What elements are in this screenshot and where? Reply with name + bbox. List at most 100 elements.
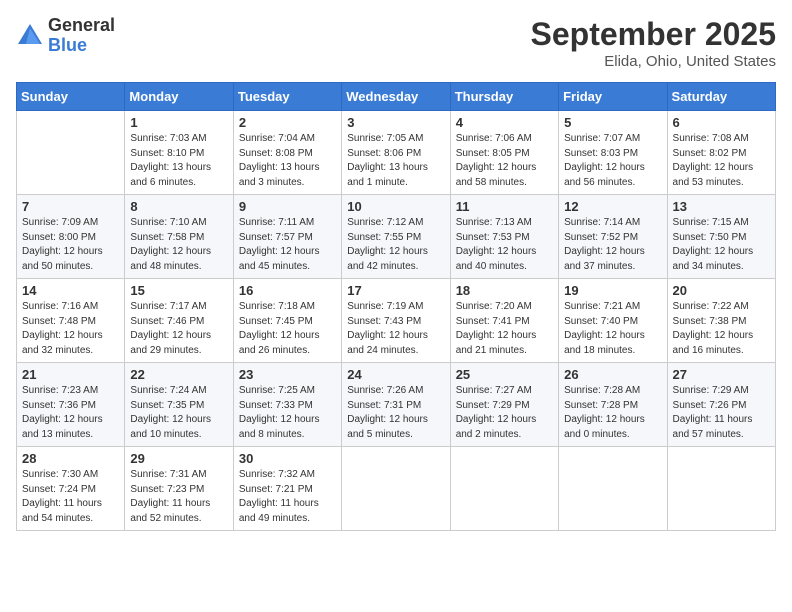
day-number: 19 <box>564 283 661 298</box>
day-number: 16 <box>239 283 336 298</box>
calendar-cell: 20Sunrise: 7:22 AM Sunset: 7:38 PM Dayli… <box>667 279 775 363</box>
calendar-cell: 26 Sunrise: 7:28 AM Sunset: 7:28 PM Dayli… <box>559 363 667 447</box>
day-info: Sunrise: 7:04 AM Sunset: 8:08 PM Dayligh… <box>239 132 336 190</box>
month-title: September 2025 <box>531 16 776 53</box>
day-number: 20 <box>673 283 770 298</box>
calendar-cell: 2 Sunrise: 7:04 AM Sunset: 8:08 PM Daylig… <box>233 111 341 195</box>
day-number: 6 <box>673 115 770 130</box>
calendar-cell <box>17 111 125 195</box>
calendar-week-4: 21Sunrise: 7:23 AM Sunset: 7:36 PM Dayli… <box>17 363 776 447</box>
day-number: 15 <box>130 283 227 298</box>
calendar-cell: 10 Sunrise: 7:12 AM Sunset: 7:55 PM Dayli… <box>342 195 450 279</box>
weekday-header-row: SundayMondayTuesdayWednesdayThursdayFrid… <box>17 83 776 111</box>
logo: General Blue <box>16 16 115 56</box>
calendar-cell: 16 Sunrise: 7:18 AM Sunset: 7:45 PM Dayli… <box>233 279 341 363</box>
day-info: Sunrise: 7:17 AM Sunset: 7:46 PM Dayligh… <box>130 300 227 358</box>
day-number: 11 <box>456 199 553 214</box>
day-number: 4 <box>456 115 553 130</box>
calendar-cell: 3 Sunrise: 7:05 AM Sunset: 8:06 PM Daylig… <box>342 111 450 195</box>
day-info: Sunrise: 7:21 AM Sunset: 7:40 PM Dayligh… <box>564 300 661 358</box>
calendar-cell: 28Sunrise: 7:30 AM Sunset: 7:24 PM Dayli… <box>17 447 125 531</box>
weekday-header-wednesday: Wednesday <box>342 83 450 111</box>
day-number: 22 <box>130 367 227 382</box>
page-header: General Blue September 2025 Elida, Ohio,… <box>16 16 776 70</box>
weekday-header-tuesday: Tuesday <box>233 83 341 111</box>
day-info: Sunrise: 7:30 AM Sunset: 7:24 PM Dayligh… <box>22 468 119 526</box>
day-info: Sunrise: 7:12 AM Sunset: 7:55 PM Dayligh… <box>347 216 444 274</box>
calendar-week-5: 28Sunrise: 7:30 AM Sunset: 7:24 PM Dayli… <box>17 447 776 531</box>
day-number: 8 <box>130 199 227 214</box>
calendar-cell: 30 Sunrise: 7:32 AM Sunset: 7:21 PM Dayli… <box>233 447 341 531</box>
day-number: 10 <box>347 199 444 214</box>
day-number: 25 <box>456 367 553 382</box>
calendar-cell: 22 Sunrise: 7:24 AM Sunset: 7:35 PM Dayli… <box>125 363 233 447</box>
day-info: Sunrise: 7:07 AM Sunset: 8:03 PM Dayligh… <box>564 132 661 190</box>
day-info: Sunrise: 7:03 AM Sunset: 8:10 PM Dayligh… <box>130 132 227 190</box>
calendar-cell: 17Sunrise: 7:19 AM Sunset: 7:43 PM Dayli… <box>342 279 450 363</box>
calendar-cell: 4 Sunrise: 7:06 AM Sunset: 8:05 PM Daylig… <box>450 111 558 195</box>
day-info: Sunrise: 7:20 AM Sunset: 7:41 PM Dayligh… <box>456 300 553 358</box>
title-block: September 2025 Elida, Ohio, United State… <box>531 16 776 70</box>
day-number: 2 <box>239 115 336 130</box>
day-number: 14 <box>22 283 119 298</box>
day-info: Sunrise: 7:14 AM Sunset: 7:52 PM Dayligh… <box>564 216 661 274</box>
day-info: Sunrise: 7:13 AM Sunset: 7:53 PM Dayligh… <box>456 216 553 274</box>
calendar-table: SundayMondayTuesdayWednesdayThursdayFrid… <box>16 82 776 531</box>
calendar-cell: 11 Sunrise: 7:13 AM Sunset: 7:53 PM Dayli… <box>450 195 558 279</box>
calendar-cell: 9Sunrise: 7:11 AM Sunset: 7:57 PM Daylig… <box>233 195 341 279</box>
calendar-cell: 5 Sunrise: 7:07 AM Sunset: 8:03 PM Daylig… <box>559 111 667 195</box>
weekday-header-saturday: Saturday <box>667 83 775 111</box>
day-info: Sunrise: 7:10 AM Sunset: 7:58 PM Dayligh… <box>130 216 227 274</box>
calendar-cell: 14 Sunrise: 7:16 AM Sunset: 7:48 PM Dayli… <box>17 279 125 363</box>
day-number: 30 <box>239 451 336 466</box>
weekday-header-thursday: Thursday <box>450 83 558 111</box>
day-number: 7 <box>22 199 119 214</box>
calendar-week-2: 7 Sunrise: 7:09 AM Sunset: 8:00 PM Daylig… <box>17 195 776 279</box>
logo-general-text: General <box>48 16 115 36</box>
day-number: 17 <box>347 283 444 298</box>
day-number: 13 <box>673 199 770 214</box>
day-info: Sunrise: 7:27 AM Sunset: 7:29 PM Dayligh… <box>456 384 553 442</box>
calendar-cell: 23 Sunrise: 7:25 AM Sunset: 7:33 PM Dayli… <box>233 363 341 447</box>
calendar-cell: 1 Sunrise: 7:03 AM Sunset: 8:10 PM Daylig… <box>125 111 233 195</box>
day-number: 26 <box>564 367 661 382</box>
day-number: 23 <box>239 367 336 382</box>
logo-text: General Blue <box>48 16 115 56</box>
calendar-cell: 21Sunrise: 7:23 AM Sunset: 7:36 PM Dayli… <box>17 363 125 447</box>
calendar-cell: 12 Sunrise: 7:14 AM Sunset: 7:52 PM Dayli… <box>559 195 667 279</box>
day-number: 18 <box>456 283 553 298</box>
day-info: Sunrise: 7:15 AM Sunset: 7:50 PM Dayligh… <box>673 216 770 274</box>
day-info: Sunrise: 7:16 AM Sunset: 7:48 PM Dayligh… <box>22 300 119 358</box>
day-number: 3 <box>347 115 444 130</box>
calendar-cell <box>450 447 558 531</box>
weekday-header-friday: Friday <box>559 83 667 111</box>
day-info: Sunrise: 7:32 AM Sunset: 7:21 PM Dayligh… <box>239 468 336 526</box>
day-info: Sunrise: 7:28 AM Sunset: 7:28 PM Dayligh… <box>564 384 661 442</box>
day-info: Sunrise: 7:05 AM Sunset: 8:06 PM Dayligh… <box>347 132 444 190</box>
day-info: Sunrise: 7:11 AM Sunset: 7:57 PM Dayligh… <box>239 216 336 274</box>
day-info: Sunrise: 7:09 AM Sunset: 8:00 PM Dayligh… <box>22 216 119 274</box>
calendar-cell: 6Sunrise: 7:08 AM Sunset: 8:02 PM Daylig… <box>667 111 775 195</box>
day-info: Sunrise: 7:25 AM Sunset: 7:33 PM Dayligh… <box>239 384 336 442</box>
calendar-cell <box>559 447 667 531</box>
day-info: Sunrise: 7:23 AM Sunset: 7:36 PM Dayligh… <box>22 384 119 442</box>
day-info: Sunrise: 7:24 AM Sunset: 7:35 PM Dayligh… <box>130 384 227 442</box>
weekday-header-sunday: Sunday <box>17 83 125 111</box>
day-number: 1 <box>130 115 227 130</box>
day-info: Sunrise: 7:06 AM Sunset: 8:05 PM Dayligh… <box>456 132 553 190</box>
calendar-cell: 13 Sunrise: 7:15 AM Sunset: 7:50 PM Dayli… <box>667 195 775 279</box>
calendar-cell: 15 Sunrise: 7:17 AM Sunset: 7:46 PM Dayli… <box>125 279 233 363</box>
day-info: Sunrise: 7:18 AM Sunset: 7:45 PM Dayligh… <box>239 300 336 358</box>
calendar-cell <box>342 447 450 531</box>
calendar-cell: 25 Sunrise: 7:27 AM Sunset: 7:29 PM Dayli… <box>450 363 558 447</box>
day-info: Sunrise: 7:31 AM Sunset: 7:23 PM Dayligh… <box>130 468 227 526</box>
calendar-cell: 8 Sunrise: 7:10 AM Sunset: 7:58 PM Daylig… <box>125 195 233 279</box>
calendar-cell: 27Sunrise: 7:29 AM Sunset: 7:26 PM Dayli… <box>667 363 775 447</box>
location-title: Elida, Ohio, United States <box>531 53 776 70</box>
day-info: Sunrise: 7:26 AM Sunset: 7:31 PM Dayligh… <box>347 384 444 442</box>
day-info: Sunrise: 7:29 AM Sunset: 7:26 PM Dayligh… <box>673 384 770 442</box>
day-number: 24 <box>347 367 444 382</box>
day-number: 12 <box>564 199 661 214</box>
day-number: 5 <box>564 115 661 130</box>
logo-blue-text: Blue <box>48 36 115 56</box>
